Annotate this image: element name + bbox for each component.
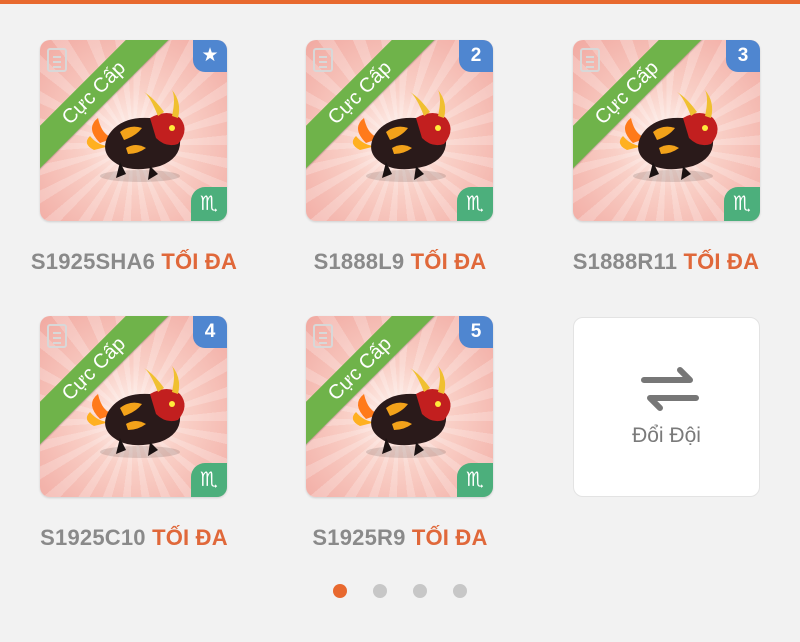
monster-card-slot-3[interactable]: Cực Cấp 3 ♏ bbox=[573, 40, 760, 221]
monster-label-slot-1: S1925SHA6 TỐI ĐA bbox=[14, 249, 254, 275]
max-level-text: TỐI ĐA bbox=[410, 249, 487, 274]
monster-card-slot-1[interactable]: Cực Cấp ★ ♏ bbox=[40, 40, 227, 221]
monster-label-slot-3: S1888R11 TỐI ĐA bbox=[546, 249, 786, 275]
memo-icon[interactable] bbox=[47, 48, 67, 72]
max-level-text: TỐI ĐA bbox=[683, 249, 760, 274]
monster-card-slot-4[interactable]: Cực Cấp 4 ♏ bbox=[40, 316, 227, 497]
scorpio-icon: ♏ bbox=[457, 187, 493, 221]
monster-label-slot-5: S1925R9 TỐI ĐA bbox=[280, 525, 520, 551]
max-level-text: TỐI ĐA bbox=[411, 525, 488, 550]
monster-code: S1925R9 bbox=[312, 525, 406, 550]
slot-badge: 5 bbox=[459, 316, 493, 348]
top-accent-bar bbox=[0, 0, 800, 4]
slot-badge: 2 bbox=[459, 40, 493, 72]
scorpio-icon: ♏ bbox=[191, 463, 227, 497]
slot-badge: 4 bbox=[193, 316, 227, 348]
memo-icon[interactable] bbox=[580, 48, 600, 72]
swap-team-button[interactable]: Đổi Đội bbox=[573, 317, 760, 497]
monster-code: S1925SHA6 bbox=[30, 249, 156, 274]
scorpio-icon: ♏ bbox=[457, 463, 493, 497]
scorpio-icon: ♏ bbox=[191, 187, 227, 221]
memo-icon[interactable] bbox=[313, 324, 333, 348]
max-level-text: TỐI ĐA bbox=[161, 249, 238, 274]
swap-team-label: Đổi Đội bbox=[632, 424, 701, 447]
page-dot-3[interactable] bbox=[413, 584, 427, 598]
monster-code: S1888R11 bbox=[572, 249, 678, 274]
monster-code: S1888L9 bbox=[313, 249, 405, 274]
monster-label-slot-4: S1925C10 TỐI ĐA bbox=[14, 525, 254, 551]
monster-label-slot-2: S1888L9 TỐI ĐA bbox=[280, 249, 520, 275]
monster-card-slot-5[interactable]: Cực Cấp 5 ♏ bbox=[306, 316, 493, 497]
memo-icon[interactable] bbox=[47, 324, 67, 348]
memo-icon[interactable] bbox=[313, 48, 333, 72]
monster-code: S1925C10 bbox=[40, 525, 146, 550]
monster-card-slot-2[interactable]: Cực Cấp 2 ♏ bbox=[306, 40, 493, 221]
page-dot-4[interactable] bbox=[453, 584, 467, 598]
page-dot-2[interactable] bbox=[373, 584, 387, 598]
slot-badge: 3 bbox=[726, 40, 760, 72]
scorpio-icon: ♏ bbox=[724, 187, 760, 221]
page-dot-1[interactable] bbox=[333, 584, 347, 598]
swap-arrows-icon bbox=[641, 367, 699, 411]
max-level-text: TỐI ĐA bbox=[152, 525, 228, 550]
slot-badge-star-icon: ★ bbox=[193, 40, 227, 72]
